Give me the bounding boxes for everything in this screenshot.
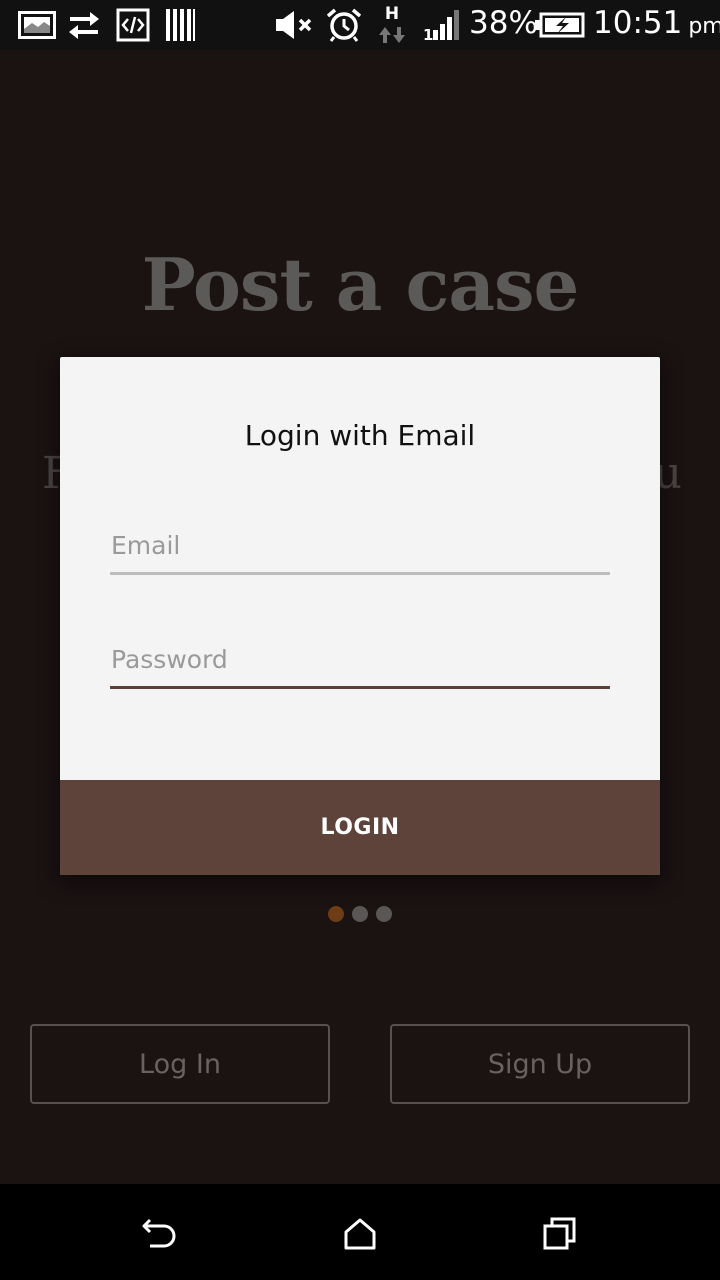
alarm-icon [326,8,362,42]
email-field-container [110,519,610,575]
signal-icon: 1 [423,10,459,42]
clock-time: 10:51 pm [593,5,720,41]
page-dot-3[interactable] [376,906,392,922]
log-in-button[interactable]: Log In [30,1024,330,1104]
barcode-icon [166,9,195,41]
svg-text:1: 1 [423,26,433,42]
network-type-label: H [385,4,399,24]
email-field[interactable] [110,519,610,572]
sync-arrows-icon [69,12,99,39]
dialog-title: Login with Email [244,419,476,452]
password-field-container [110,633,610,689]
back-icon[interactable] [140,1214,180,1254]
page-indicator [0,906,720,924]
code-icon [116,8,150,42]
page-dot-1[interactable] [328,906,344,922]
clock-time-value: 10:51 [593,5,683,41]
login-dialog: Login with Email LOGIN [60,357,660,875]
recents-icon[interactable] [540,1214,580,1254]
image-icon [18,11,56,39]
navigation-bar [0,1184,720,1280]
login-submit-button[interactable]: LOGIN [60,780,660,875]
page-dot-2[interactable] [352,906,368,922]
onboarding-title: Post a case [141,242,580,327]
mute-icon [276,11,312,39]
clock-ampm: pm [688,14,720,39]
sign-up-button[interactable]: Sign Up [390,1024,690,1104]
battery-charging-icon [535,12,585,38]
data-arrows-icon: H [379,4,405,43]
battery-percent: 38% [469,5,538,41]
home-icon[interactable] [340,1214,380,1254]
status-bar: H 1 38% 10:51 pm [0,0,720,50]
password-field[interactable] [110,633,610,686]
